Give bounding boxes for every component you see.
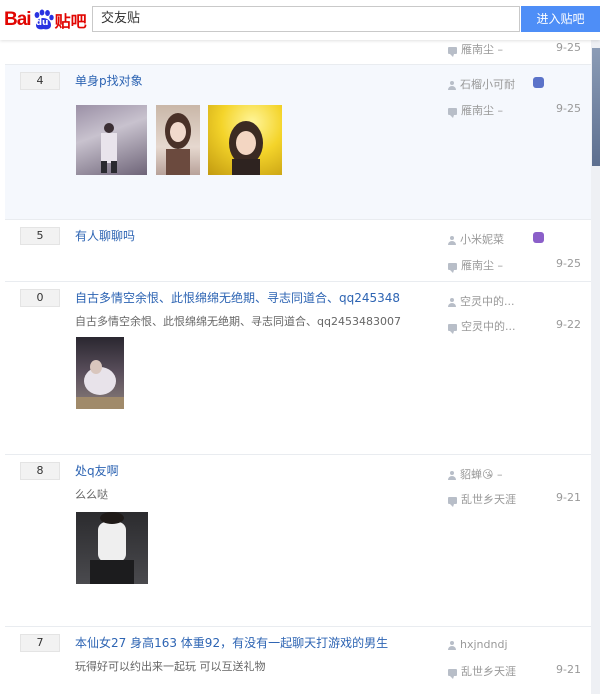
person-icon (448, 297, 456, 307)
reply-date: 9-22 (556, 318, 581, 331)
thread-author[interactable]: 小米妮菜 (448, 231, 504, 247)
last-reply-author[interactable]: 空灵中的... (448, 318, 516, 334)
last-reply-author[interactable]: 乱世乡天涯 (448, 663, 516, 679)
reply-icon (448, 668, 457, 679)
reply-icon (448, 323, 457, 334)
thread-row[interactable]: 7 本仙女27 身高163 体重92，有没有一起聊天打游戏的男生 玩得好可以约出… (5, 627, 591, 694)
reply-count: 0 (20, 289, 60, 307)
author-name: 貂蝉😘 – (460, 468, 503, 481)
search-input[interactable]: 交友贴 (92, 6, 520, 32)
thread-title[interactable]: 处q友啊 (75, 462, 119, 479)
thread-row-partial: 雁南尘 – 9-25 (5, 40, 591, 65)
reply-count: 5 (20, 227, 60, 245)
last-reply-author[interactable]: 雁南尘 – (448, 102, 503, 118)
last-replier-name: 雁南尘 – (461, 43, 503, 56)
reply-date: 9-21 (556, 663, 581, 676)
paw-icon: du (32, 9, 54, 31)
thread-row[interactable]: 8 处q友啊 么么哒 貂蝉😘 – 乱世乡天涯 9-21 (5, 455, 591, 627)
thread-list: 雁南尘 – 9-25 4 单身p找对象 石榴小可耐 雁南尘 – 9-25 5 有… (5, 40, 591, 694)
thread-author[interactable]: 空灵中的... (448, 293, 515, 309)
thread-title[interactable]: 自古多情空余恨、此恨绵绵无绝期、寻志同道合、qq245348 (75, 289, 400, 306)
thread-image[interactable] (76, 512, 148, 584)
enter-forum-button[interactable]: 进入贴吧 (521, 6, 600, 32)
author-name: hxjndndj (460, 638, 508, 651)
reply-icon (448, 496, 457, 507)
thread-abstract: 么么哒 (75, 488, 108, 501)
thread-author[interactable]: 石榴小可耐 (448, 76, 515, 92)
thread-author[interactable]: 貂蝉😘 – (448, 466, 502, 482)
reply-count: 4 (20, 72, 60, 90)
reply-icon (448, 46, 457, 57)
reply-date: 9-25 (556, 102, 581, 115)
reply-icon (448, 107, 457, 118)
thread-image[interactable] (76, 105, 147, 175)
top-bar: Bai du 贴吧 交友贴 进入贴吧 (0, 0, 600, 40)
logo-du-text: du (35, 18, 49, 28)
author-name: 小米妮菜 (460, 233, 504, 246)
person-icon (448, 470, 456, 480)
logo-bai-text: Bai (4, 9, 32, 30)
thread-row[interactable]: 0 自古多情空余恨、此恨绵绵无绝期、寻志同道合、qq245348 自古多情空余恨… (5, 282, 591, 455)
thread-image[interactable] (208, 105, 282, 175)
thread-title[interactable]: 有人聊聊吗 (75, 227, 135, 244)
reply-count: 8 (20, 462, 60, 480)
baidu-tieba-logo[interactable]: Bai du 贴吧 (4, 5, 87, 35)
last-replier-name: 空灵中的... (461, 320, 516, 333)
last-reply-author[interactable]: 乱世乡天涯 (448, 491, 516, 507)
reply-icon (448, 262, 457, 273)
thread-image[interactable] (156, 105, 200, 175)
author-name: 石榴小可耐 (460, 78, 515, 91)
thread-row[interactable]: 5 有人聊聊吗 小米妮菜 雁南尘 – 9-25 (5, 220, 591, 282)
reply-count: 7 (20, 634, 60, 652)
last-replier-name: 乱世乡天涯 (461, 493, 516, 506)
thread-row[interactable]: 4 单身p找对象 石榴小可耐 雁南尘 – 9-25 (5, 65, 591, 220)
person-icon (448, 640, 456, 650)
last-replier-name: 雁南尘 – (461, 259, 503, 272)
thread-title[interactable]: 本仙女27 身高163 体重92，有没有一起聊天打游戏的男生 (75, 634, 388, 651)
last-replier-name: 乱世乡天涯 (461, 665, 516, 678)
last-replier-name: 雁南尘 – (461, 104, 503, 117)
logo-tieba-text: 贴吧 (54, 12, 87, 31)
author-name: 空灵中的... (460, 295, 515, 308)
thread-abstract: 自古多情空余恨、此恨绵绵无绝期、寻志同道合、qq2453483007 (75, 315, 401, 328)
thread-image[interactable] (76, 337, 124, 409)
last-reply-author[interactable]: 雁南尘 – (448, 257, 503, 273)
thread-author[interactable]: hxjndndj (448, 638, 508, 651)
reply-date: 9-25 (556, 41, 581, 54)
reply-date: 9-25 (556, 257, 581, 270)
person-icon (448, 235, 456, 245)
last-reply-author[interactable]: 雁南尘 – (448, 41, 503, 57)
scrollbar-thumb[interactable] (592, 48, 600, 166)
level-badge-icon (533, 232, 544, 243)
thread-title[interactable]: 单身p找对象 (75, 72, 143, 89)
reply-date: 9-21 (556, 491, 581, 504)
level-badge-icon (533, 77, 544, 88)
thread-abstract: 玩得好可以约出来一起玩 可以互送礼物 (75, 660, 266, 673)
person-icon (448, 80, 456, 90)
